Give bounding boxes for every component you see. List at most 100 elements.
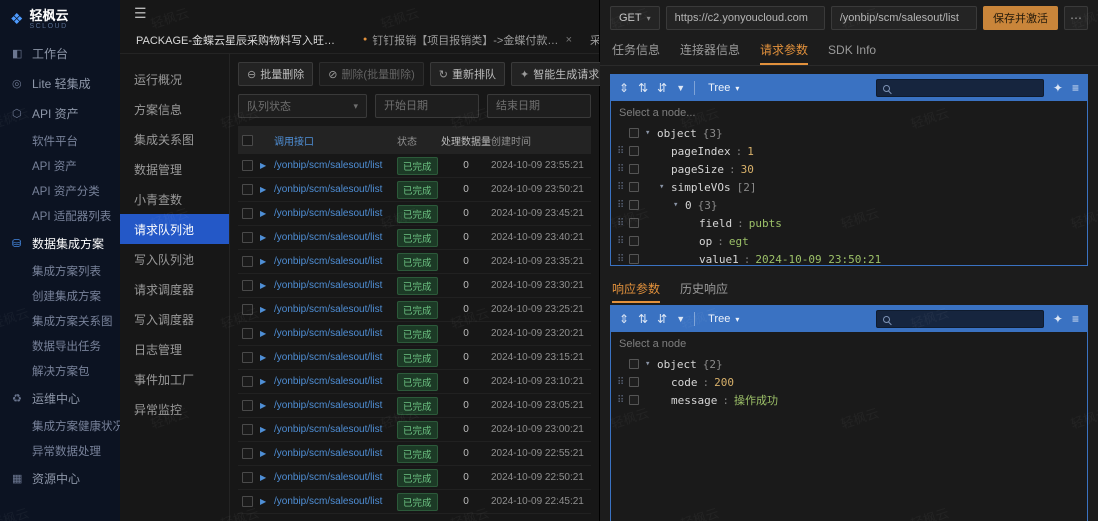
sidebar-item[interactable]: 异常数据处理: [0, 438, 120, 463]
panel-tab[interactable]: 历史响应: [680, 276, 728, 303]
select-all-checkbox[interactable]: [242, 134, 253, 146]
sidebar-item[interactable]: ⛁ 数据集成方案: [0, 228, 120, 258]
tree-node[interactable]: ⠿ op: egt: [611, 232, 1087, 250]
editor-menu-icon[interactable]: ≡: [1072, 82, 1079, 94]
play-icon[interactable]: ▶: [260, 425, 274, 434]
api-link[interactable]: /yonbip/scm/salesout/list: [274, 280, 397, 291]
expand-toggle-icon[interactable]: ▾: [673, 200, 685, 210]
sort-icon[interactable]: ⇵: [657, 82, 667, 94]
scheme-nav-item[interactable]: 日志管理: [120, 334, 229, 364]
filter-icon[interactable]: ▼: [676, 83, 685, 93]
sidebar-item[interactable]: 集成方案关系图: [0, 308, 120, 333]
sidebar-item[interactable]: ◧ 工作台: [0, 38, 120, 68]
play-icon[interactable]: ▶: [260, 377, 274, 386]
drag-handle-icon[interactable]: ⠿: [617, 200, 629, 211]
scheme-nav-item[interactable]: 请求队列池: [120, 214, 229, 244]
tree-search-input[interactable]: [894, 81, 1037, 95]
close-icon[interactable]: ×: [566, 34, 572, 46]
tree-node[interactable]: ⠿ field: pubts: [611, 214, 1087, 232]
tree-checkbox[interactable]: [629, 128, 639, 138]
api-link[interactable]: /yonbip/scm/salesout/list: [274, 184, 397, 195]
play-icon[interactable]: ▶: [260, 497, 274, 506]
tree-checkbox[interactable]: [629, 395, 639, 405]
tree-node[interactable]: ⠿ ▾ simpleVOs [2]: [611, 178, 1087, 196]
api-link[interactable]: /yonbip/scm/salesout/list: [274, 496, 397, 507]
sidebar-item[interactable]: API 资产分类: [0, 178, 120, 203]
row-checkbox[interactable]: [242, 208, 253, 219]
editor-menu-icon[interactable]: ≡: [1072, 313, 1079, 325]
response-tree-body[interactable]: Select a node ▾ object {2} ⠿ code:200 ⠿ messag…: [611, 332, 1087, 521]
scheme-nav-item[interactable]: 写入队列池: [120, 244, 229, 274]
expand-all-icon[interactable]: ⇕: [619, 82, 629, 94]
row-checkbox[interactable]: [242, 448, 253, 459]
row-checkbox[interactable]: [242, 376, 253, 387]
hamburger-icon[interactable]: ☰: [134, 5, 147, 22]
collapse-all-icon[interactable]: ⇅: [638, 313, 648, 325]
sidebar-item[interactable]: 集成方案健康状况表: [0, 413, 120, 438]
tree-node[interactable]: ⠿ code:200: [611, 373, 1087, 391]
play-icon[interactable]: ▶: [260, 449, 274, 458]
tree-node[interactable]: ▾ object {3}: [611, 124, 1087, 142]
save-activate-button[interactable]: 保存并激活: [983, 6, 1058, 30]
drag-handle-icon[interactable]: ⠿: [617, 236, 629, 247]
start-date-input[interactable]: [375, 94, 479, 118]
sidebar-item[interactable]: ♻ 运维中心: [0, 383, 120, 413]
row-checkbox[interactable]: [242, 352, 253, 363]
sidebar-item[interactable]: API 资产: [0, 153, 120, 178]
filter-icon[interactable]: ▼: [676, 314, 685, 324]
row-checkbox[interactable]: [242, 160, 253, 171]
expand-toggle-icon[interactable]: ▾: [645, 128, 657, 138]
api-link[interactable]: /yonbip/scm/salesout/list: [274, 208, 397, 219]
api-link[interactable]: /yonbip/scm/salesout/list: [274, 352, 397, 363]
path-input[interactable]: [830, 6, 977, 30]
tree-node[interactable]: ⠿ pageSize:30: [611, 160, 1087, 178]
api-link[interactable]: /yonbip/scm/salesout/list: [274, 232, 397, 243]
tree-mode-select[interactable]: Tree ▾: [704, 313, 743, 325]
scheme-nav-item[interactable]: 请求调度器: [120, 274, 229, 304]
tree-search-box[interactable]: [875, 310, 1044, 328]
scheme-nav-item[interactable]: 写入调度器: [120, 304, 229, 334]
tree-node[interactable]: ▾ object {2}: [611, 355, 1087, 373]
tree-node[interactable]: ⠿ ▾ 0 {3}: [611, 196, 1087, 214]
drag-handle-icon[interactable]: ⠿: [617, 218, 629, 229]
scheme-nav-item[interactable]: 集成关系图: [120, 124, 229, 154]
row-checkbox[interactable]: [242, 472, 253, 483]
play-icon[interactable]: ▶: [260, 185, 274, 194]
tree-checkbox[interactable]: [629, 359, 639, 369]
play-icon[interactable]: ▶: [260, 329, 274, 338]
pick-node-icon[interactable]: ✦: [1053, 82, 1063, 94]
sidebar-item[interactable]: ◎ Lite 轻集成: [0, 68, 120, 98]
api-link[interactable]: /yonbip/scm/salesout/list: [274, 376, 397, 387]
panel-tab[interactable]: 任务信息: [612, 36, 660, 65]
row-checkbox[interactable]: [242, 304, 253, 315]
sidebar-item[interactable]: API 适配器列表: [0, 203, 120, 228]
smart-generate-button[interactable]: ✦ 智能生成请求: [510, 62, 609, 86]
requeue-button[interactable]: ↻ 重新排队: [429, 62, 505, 86]
logo[interactable]: ❖ 轻枫云 SCLOUD: [0, 0, 120, 38]
tree-node[interactable]: ⠿ pageIndex:1: [611, 142, 1087, 160]
document-tab[interactable]: ● 钉钉报销【项目报销类】->金蝶付款单【预西】 ×: [355, 26, 580, 53]
more-actions-button[interactable]: ⋯: [1064, 6, 1088, 30]
row-checkbox[interactable]: [242, 496, 253, 507]
drag-handle-icon[interactable]: ⠿: [617, 182, 629, 193]
sidebar-item[interactable]: 软件平台: [0, 128, 120, 153]
document-tab[interactable]: PACKAGE-金蝶云星辰采购物料写入旺店通货品档案: [128, 26, 353, 53]
panel-tab[interactable]: SDK Info: [828, 36, 876, 65]
drag-handle-icon[interactable]: ⠿: [617, 377, 629, 388]
tree-checkbox[interactable]: [629, 254, 639, 264]
sidebar-item[interactable]: ⬡ API 资产: [0, 98, 120, 128]
document-tab[interactable]: 采购退料单回传×: [582, 26, 599, 53]
row-checkbox[interactable]: [242, 280, 253, 291]
panel-tab[interactable]: 连接器信息: [680, 36, 740, 65]
scheme-nav-item[interactable]: 方案信息: [120, 94, 229, 124]
scheme-nav-item[interactable]: 异常监控: [120, 394, 229, 424]
row-checkbox[interactable]: [242, 232, 253, 243]
api-link[interactable]: /yonbip/scm/salesout/list: [274, 304, 397, 315]
sidebar-item[interactable]: 解决方案包: [0, 358, 120, 383]
drag-handle-icon[interactable]: ⠿: [617, 164, 629, 175]
tree-checkbox[interactable]: [629, 146, 639, 156]
api-link[interactable]: /yonbip/scm/salesout/list: [274, 256, 397, 267]
queue-status-select[interactable]: 队列状态 ▾: [238, 94, 367, 118]
tree-checkbox[interactable]: [629, 182, 639, 192]
api-link[interactable]: /yonbip/scm/salesout/list: [274, 472, 397, 483]
